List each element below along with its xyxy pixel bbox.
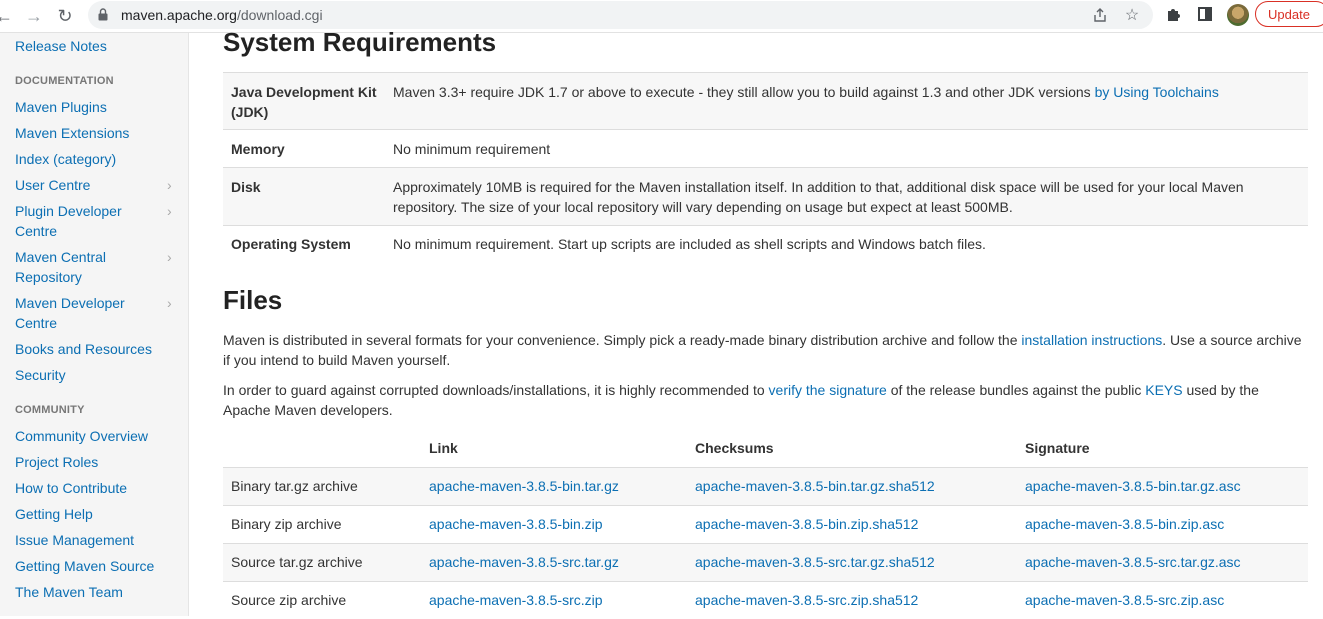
archive-name: Binary tar.gz archive bbox=[223, 468, 421, 506]
signature-link[interactable]: apache-maven-3.8.5-bin.zip.asc bbox=[1025, 516, 1224, 532]
chevron-right-icon[interactable]: › bbox=[167, 180, 177, 190]
download-link[interactable]: apache-maven-3.8.5-src.zip bbox=[429, 592, 603, 608]
requirement-value: No minimum requirement bbox=[385, 130, 1308, 168]
toolchains-link[interactable]: by Using Toolchains bbox=[1095, 84, 1219, 100]
column-header-link: Link bbox=[421, 430, 687, 468]
chevron-right-icon[interactable]: › bbox=[167, 298, 177, 308]
requirement-value: Maven 3.3+ require JDK 1.7 or above to e… bbox=[385, 73, 1308, 130]
requirement-value: No minimum requirement. Start up scripts… bbox=[385, 226, 1308, 263]
table-row: Binary zip archive apache-maven-3.8.5-bi… bbox=[223, 506, 1308, 544]
browser-toolbar: ← → ↻ maven.apache.org/download.cgi ☆ Up… bbox=[0, 0, 1323, 33]
address-bar[interactable]: maven.apache.org/download.cgi ☆ bbox=[88, 1, 1153, 29]
installation-instructions-link[interactable]: installation instructions bbox=[1021, 332, 1162, 348]
verify-signature-link[interactable]: verify the signature bbox=[769, 382, 887, 398]
checksum-link[interactable]: apache-maven-3.8.5-src.zip.sha512 bbox=[695, 592, 918, 608]
table-row: Operating System No minimum requirement.… bbox=[223, 226, 1308, 263]
sidebar-item-user-centre[interactable]: User Centre bbox=[15, 175, 165, 195]
table-row: Binary tar.gz archive apache-maven-3.8.5… bbox=[223, 468, 1308, 506]
table-row: Memory No minimum requirement bbox=[223, 130, 1308, 168]
update-label: Update bbox=[1268, 7, 1310, 22]
sidebar-header-community: COMMUNITY bbox=[15, 404, 85, 416]
reload-icon[interactable]: ↻ bbox=[55, 6, 75, 26]
requirement-text: Maven 3.3+ require JDK 1.7 or above to e… bbox=[393, 84, 1095, 100]
requirement-key: Disk bbox=[223, 168, 385, 226]
keys-link[interactable]: KEYS bbox=[1145, 382, 1182, 398]
sidebar-item-how-to-contribute[interactable]: How to Contribute bbox=[15, 478, 165, 498]
sidebar-item-books-and-resources[interactable]: Books and Resources bbox=[15, 339, 165, 359]
share-icon[interactable] bbox=[1091, 7, 1109, 25]
sidebar-item-getting-help[interactable]: Getting Help bbox=[15, 504, 165, 524]
sidebar-item-maven-plugins[interactable]: Maven Plugins bbox=[15, 97, 165, 117]
column-header-name bbox=[223, 430, 421, 468]
update-button[interactable]: Update⋮ bbox=[1255, 1, 1323, 27]
sidebar-header-documentation: DOCUMENTATION bbox=[15, 75, 114, 87]
download-link[interactable]: apache-maven-3.8.5-bin.zip bbox=[429, 516, 603, 532]
table-row: Java Development Kit (JDK) Maven 3.3+ re… bbox=[223, 73, 1308, 130]
system-requirements-table: Java Development Kit (JDK) Maven 3.3+ re… bbox=[223, 72, 1308, 262]
column-header-checksums: Checksums bbox=[687, 430, 1017, 468]
checksum-link[interactable]: apache-maven-3.8.5-src.tar.gz.sha512 bbox=[695, 554, 935, 570]
table-row: Source tar.gz archive apache-maven-3.8.5… bbox=[223, 544, 1308, 582]
requirement-key: Java Development Kit (JDK) bbox=[223, 73, 385, 130]
sidebar-item-maven-extensions[interactable]: Maven Extensions bbox=[15, 123, 165, 143]
sidebar-item-release-notes[interactable]: Release Notes bbox=[15, 36, 165, 56]
table-row: Disk Approximately 10MB is required for … bbox=[223, 168, 1308, 226]
profile-avatar[interactable] bbox=[1227, 4, 1249, 26]
column-header-signature: Signature bbox=[1017, 430, 1308, 468]
sidebar-item-community-overview[interactable]: Community Overview bbox=[15, 426, 165, 446]
signature-link[interactable]: apache-maven-3.8.5-bin.tar.gz.asc bbox=[1025, 478, 1241, 494]
bookmark-star-icon[interactable]: ☆ bbox=[1123, 7, 1141, 25]
archive-name: Binary zip archive bbox=[223, 506, 421, 544]
system-requirements-heading: System Requirements bbox=[223, 27, 496, 58]
checksum-link[interactable]: apache-maven-3.8.5-bin.tar.gz.sha512 bbox=[695, 478, 935, 494]
sidebar-item-maven-central-repository[interactable]: Maven Central Repository bbox=[15, 247, 145, 287]
signature-link[interactable]: apache-maven-3.8.5-src.tar.gz.asc bbox=[1025, 554, 1241, 570]
forward-icon[interactable]: → bbox=[24, 6, 44, 26]
url-text[interactable]: maven.apache.org/download.cgi bbox=[121, 7, 323, 23]
table-row: Source zip archive apache-maven-3.8.5-sr… bbox=[223, 582, 1308, 619]
files-intro-paragraph: Maven is distributed in several formats … bbox=[223, 330, 1308, 370]
sidebar-item-the-maven-team[interactable]: The Maven Team bbox=[15, 582, 165, 602]
checksum-link[interactable]: apache-maven-3.8.5-bin.zip.sha512 bbox=[695, 516, 918, 532]
chevron-right-icon[interactable]: › bbox=[167, 252, 177, 262]
sidebar-nav: Release Notes DOCUMENTATION Maven Plugin… bbox=[0, 33, 189, 616]
sidebar-item-maven-developer-centre[interactable]: Maven Developer Centre bbox=[15, 293, 145, 333]
side-panel-icon[interactable] bbox=[1196, 6, 1214, 24]
url-host: maven.apache.org bbox=[121, 7, 237, 23]
files-heading: Files bbox=[223, 285, 282, 316]
table-header-row: Link Checksums Signature bbox=[223, 430, 1308, 468]
requirement-key: Operating System bbox=[223, 226, 385, 263]
extensions-puzzle-icon[interactable] bbox=[1164, 6, 1182, 24]
archive-name: Source zip archive bbox=[223, 582, 421, 619]
sidebar-item-plugin-developer-centre[interactable]: Plugin Developer Centre bbox=[15, 201, 145, 241]
paragraph-text: In order to guard against corrupted down… bbox=[223, 382, 769, 398]
paragraph-text: Maven is distributed in several formats … bbox=[223, 332, 1021, 348]
sidebar-item-security[interactable]: Security bbox=[15, 365, 165, 385]
requirement-value: Approximately 10MB is required for the M… bbox=[385, 168, 1308, 226]
signature-link[interactable]: apache-maven-3.8.5-src.zip.asc bbox=[1025, 592, 1224, 608]
sidebar-item-getting-maven-source[interactable]: Getting Maven Source bbox=[15, 556, 165, 576]
paragraph-text: of the release bundles against the publi… bbox=[887, 382, 1145, 398]
back-icon[interactable]: ← bbox=[0, 6, 14, 26]
sidebar-item-index-category[interactable]: Index (category) bbox=[15, 149, 165, 169]
url-path: /download.cgi bbox=[237, 7, 323, 23]
chevron-right-icon[interactable]: › bbox=[167, 206, 177, 216]
files-table: Link Checksums Signature Binary tar.gz a… bbox=[223, 430, 1308, 619]
requirement-key: Memory bbox=[223, 130, 385, 168]
sidebar-item-project-roles[interactable]: Project Roles bbox=[15, 452, 165, 472]
sidebar-item-issue-management[interactable]: Issue Management bbox=[15, 530, 165, 550]
download-link[interactable]: apache-maven-3.8.5-bin.tar.gz bbox=[429, 478, 619, 494]
files-signature-paragraph: In order to guard against corrupted down… bbox=[223, 380, 1308, 420]
lock-icon bbox=[98, 8, 108, 21]
download-link[interactable]: apache-maven-3.8.5-src.tar.gz bbox=[429, 554, 619, 570]
archive-name: Source tar.gz archive bbox=[223, 544, 421, 582]
